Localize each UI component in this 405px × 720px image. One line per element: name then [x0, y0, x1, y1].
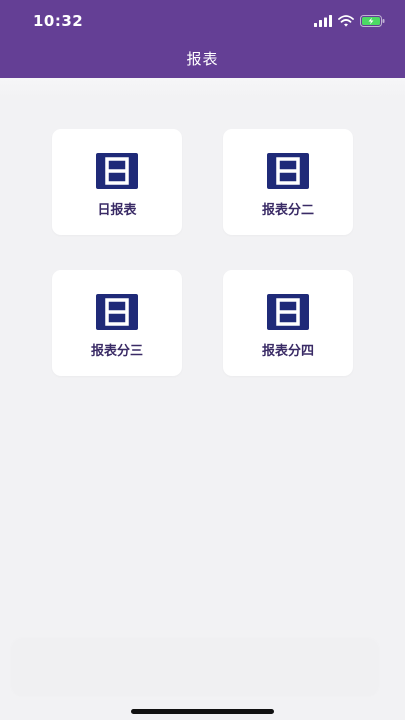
- calendar-day-icon: [267, 153, 309, 189]
- bottom-panel: [12, 640, 378, 696]
- header-shadow-strip: [0, 78, 405, 98]
- status-time: 10:32: [33, 12, 84, 30]
- report-tile-2[interactable]: 报表分二: [223, 129, 353, 235]
- home-indicator[interactable]: [131, 709, 274, 714]
- calendar-day-icon: [96, 294, 138, 330]
- calendar-day-icon: [267, 294, 309, 330]
- top-bar: 10:32 报表: [0, 0, 405, 78]
- tile-label: 报表分四: [261, 344, 314, 359]
- calendar-day-icon: [96, 153, 138, 189]
- wifi-icon: [338, 15, 354, 27]
- battery-charging-icon: [360, 15, 385, 27]
- cellular-signal-icon: [314, 15, 332, 27]
- report-tile-3[interactable]: 报表分三: [52, 270, 182, 376]
- status-icons: [314, 13, 385, 29]
- report-tile-4[interactable]: 报表分四: [223, 270, 353, 376]
- page-title: 报表: [186, 50, 219, 68]
- tile-label: 报表分三: [90, 344, 143, 359]
- status-bar: 10:32: [0, 0, 405, 40]
- tile-label: 日报表: [97, 203, 137, 218]
- tile-label: 报表分二: [261, 203, 314, 218]
- report-tile-daily[interactable]: 日报表: [52, 129, 182, 235]
